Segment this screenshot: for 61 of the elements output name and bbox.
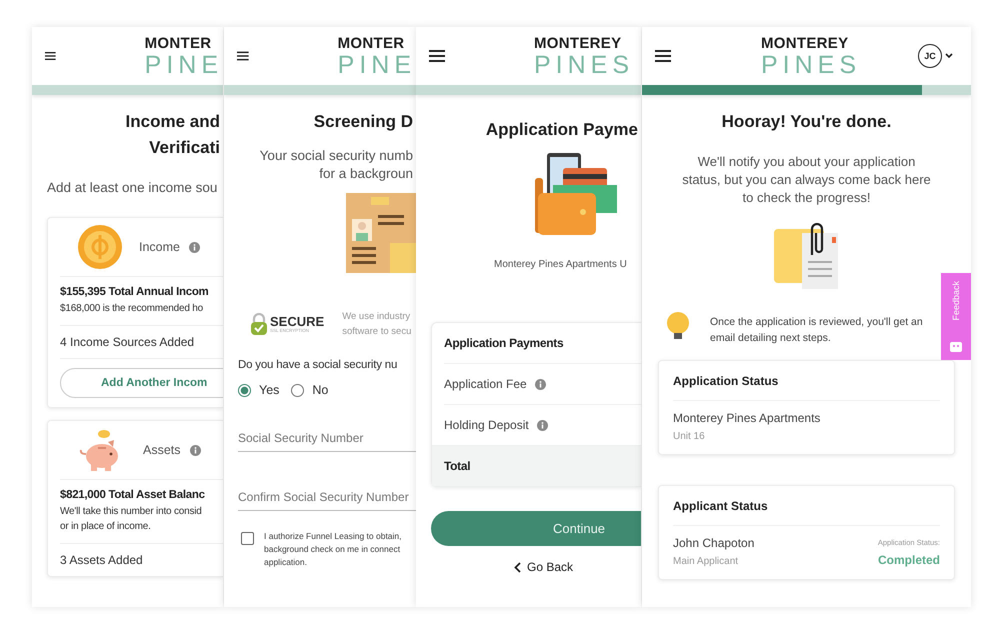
chevron-down-icon[interactable] [945,53,953,59]
card-heading: Application Status [673,361,940,401]
input-field[interactable]: Confirm Social Security Number [238,484,416,511]
logo-wordmark: PINE [338,52,416,78]
checkbox[interactable] [241,532,254,545]
total-income: $155,395 Total Annual Incom [60,286,210,298]
fee-label: Holding Deposit [444,418,529,432]
fee-label: Application Fee [444,377,527,391]
logo-wordmark: MONTEREY [534,34,622,52]
menu-icon[interactable] [45,50,56,62]
menu-icon[interactable] [655,50,671,62]
property-name: Monterey Pines Apartments U [494,259,628,270]
info-icon[interactable] [190,444,201,456]
question: Do you have a social security nu [238,359,398,371]
card-heading: Applicant Status [673,486,940,526]
consent-text: I authorize Funnel Leasing to obtain, background check on me in connect application. [264,530,402,569]
page-title: Hooray! You're done. [720,111,892,133]
go-back-link[interactable]: Go Back [514,560,574,574]
page-title: Application Payme [484,119,639,141]
applicant-role: Main Applicant [673,556,740,567]
security-note: We use industry software to secu [342,310,412,339]
logo-wordmark: PINES [761,52,862,78]
smiley-icon[interactable] [950,342,962,352]
radio-option[interactable]: No [291,383,328,397]
assets-note: We'll take this number into consid or in place of income. [60,505,203,534]
page-title: Income and Verificati [124,111,221,159]
info-icon[interactable] [189,242,200,252]
coin-icon [78,225,122,269]
logo-wordmark: MONTEREY [761,34,850,52]
intro-text: Your social security numb for a backgroun [258,147,414,183]
table-heading: Application Payments [444,335,564,352]
assets-count: 3 Assets Added [60,543,223,576]
menu-icon[interactable] [237,50,249,62]
message: We'll notify you about your application status, but you can always come back here to check the progress! [682,153,932,207]
status-value: Completed [878,553,940,567]
input-field[interactable]: Social Security Number [238,425,416,452]
logo-wordmark: MONTER [338,34,406,52]
card-label: Assets [143,443,181,457]
tip-text: Once the application is reviewed, you'll get an email detailing next steps. [710,315,924,346]
info-icon[interactable] [536,420,548,430]
applicant-name: John Chapoton [673,536,754,550]
info-icon[interactable] [534,378,546,390]
total-row: Total [432,445,641,486]
menu-icon[interactable] [429,50,445,62]
page-title: Screening D [312,111,414,133]
chevron-left-icon[interactable] [514,562,521,572]
total-assets: $821,000 Total Asset Balanc [60,489,206,501]
add-income-button[interactable]: Add Another Incom [60,368,223,398]
income-count: 4 Income Sources Added [60,325,223,358]
income-note: $168,000 is the recommended ho [60,302,204,316]
logo-wordmark: PINES [534,52,634,78]
unit-label: Unit 16 [673,431,706,442]
subtitle: Add at least one income sou [47,180,218,195]
property-name: Monterey Pines Apartments [673,411,822,425]
continue-button[interactable]: Continue [431,511,641,546]
logo-wordmark: PINE [144,52,223,78]
card-label: Income [139,240,180,254]
avatar[interactable]: JC [918,44,942,68]
radio-option[interactable]: Yes [238,383,280,397]
light-bulb-icon [664,311,692,341]
logo-wordmark: MONTER [144,34,212,52]
